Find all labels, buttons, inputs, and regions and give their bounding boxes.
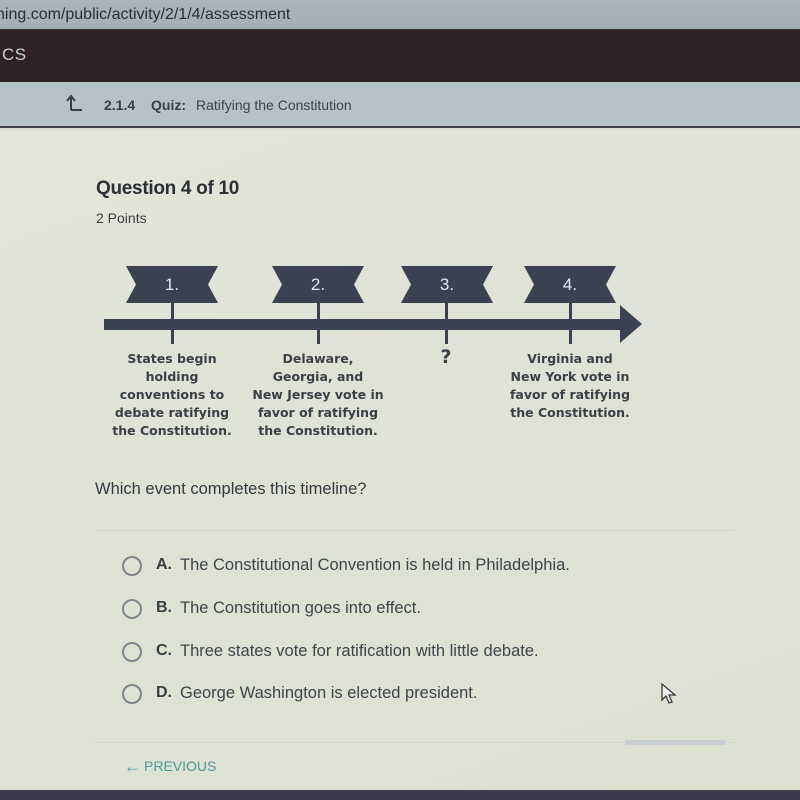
timeline-flag-1: 1. — [126, 266, 218, 303]
screen-bezel — [0, 790, 800, 800]
question-points: 2 Points — [96, 210, 147, 226]
activity-title: Ratifying the Constitution — [196, 97, 352, 113]
question-prompt: Which event completes this timeline? — [95, 480, 367, 498]
option-letter: A. — [156, 556, 172, 573]
answer-option-b[interactable]: B. The Constitution goes into effect. — [122, 597, 682, 621]
event-text-line: favor of ratifying — [509, 387, 631, 402]
event-text-line: conventions to — [119, 387, 225, 402]
timeline-flag-4: 4. — [524, 266, 616, 303]
event-text-line: holding — [145, 369, 199, 384]
event-text-line: New York vote in — [510, 369, 630, 384]
mouse-cursor-icon — [661, 682, 677, 704]
event-text-line: debate ratifying — [114, 405, 230, 420]
up-arrow-icon[interactable] — [66, 94, 84, 112]
timeline-axis — [104, 319, 624, 330]
timeline-flag-number: 4. — [562, 275, 578, 294]
timeline-event-2-text: Delaware, Georgia, and New Jersey vote i… — [248, 350, 388, 440]
option-letter: C. — [156, 642, 172, 659]
timeline-event-4-text: Virginia and New York vote in favor of r… — [500, 350, 640, 422]
event-text-line: favor of ratifying — [257, 405, 379, 420]
timeline-event-3-text: ? — [376, 346, 516, 368]
timeline-tick-1 — [171, 302, 174, 344]
url-text[interactable]: ning.com/public/activity/2/1/4/assessmen… — [0, 0, 290, 30]
radio-button[interactable] — [122, 599, 142, 619]
previous-button[interactable]: ← PREVIOUS — [124, 756, 216, 776]
event-text-line: the Constitution. — [510, 405, 630, 420]
event-text-line: Virginia and — [527, 351, 613, 366]
timeline-tick-4 — [569, 302, 572, 344]
top-navigation-bar: CS — [0, 30, 800, 82]
timeline-flag-number: 3. — [439, 275, 455, 294]
question-title: Question 4 of 10 — [96, 178, 240, 199]
event-text-line: States begin — [127, 351, 217, 366]
timeline-tick-3 — [445, 302, 448, 344]
course-label[interactable]: CS — [2, 45, 27, 65]
option-letter: D. — [156, 684, 172, 701]
timeline-flag-3: 3. — [401, 266, 493, 303]
event-text-line: Georgia, and — [272, 369, 364, 384]
answer-option-a[interactable]: A. The Constitutional Convention is held… — [122, 554, 682, 578]
divider — [95, 530, 735, 531]
event-text-line: the Constitution. — [112, 423, 232, 438]
option-letter: B. — [156, 599, 172, 616]
answer-option-d[interactable]: D. George Washington is elected presiden… — [122, 682, 682, 706]
radio-button[interactable] — [122, 556, 142, 576]
radio-button[interactable] — [122, 642, 142, 662]
option-text[interactable]: George Washington is elected president. — [180, 684, 477, 703]
timeline-flag-number: 2. — [310, 275, 326, 294]
option-text[interactable]: Three states vote for ratification with … — [180, 642, 539, 661]
timeline-flag-number: 1. — [164, 275, 180, 294]
option-text[interactable]: The Constitutional Convention is held in… — [180, 556, 570, 575]
timeline-arrowhead — [620, 305, 642, 343]
answer-option-c[interactable]: C. Three states vote for ratification wi… — [122, 640, 682, 664]
submit-button-hint[interactable] — [625, 740, 725, 745]
radio-button[interactable] — [122, 684, 142, 704]
previous-label: PREVIOUS — [144, 758, 217, 774]
missing-event-marker: ? — [440, 346, 452, 368]
option-text[interactable]: The Constitution goes into effect. — [180, 599, 421, 618]
breadcrumb: 2.1.4 Quiz: Ratifying the Constitution — [0, 82, 800, 128]
left-arrow-icon: ← — [124, 757, 141, 776]
event-text-line: Delaware, — [282, 351, 354, 366]
timeline-tick-2 — [317, 302, 320, 344]
timeline-diagram: 1. 2. 3. 4. States begin holding convent… — [100, 264, 660, 444]
timeline-flag-2: 2. — [272, 266, 364, 303]
activity-kind: Quiz: — [151, 97, 186, 113]
event-text-line: the Constitution. — [258, 423, 378, 438]
question-panel: Question 4 of 10 2 Points 1. 2. 3. 4. St… — [0, 130, 800, 790]
event-text-line: New Jersey vote in — [252, 387, 384, 402]
timeline-event-1-text: States begin holding conventions to deba… — [102, 350, 242, 440]
browser-url-bar[interactable]: ning.com/public/activity/2/1/4/assessmen… — [0, 0, 800, 30]
footer-divider — [95, 740, 735, 745]
activity-code: 2.1.4 — [104, 97, 136, 113]
